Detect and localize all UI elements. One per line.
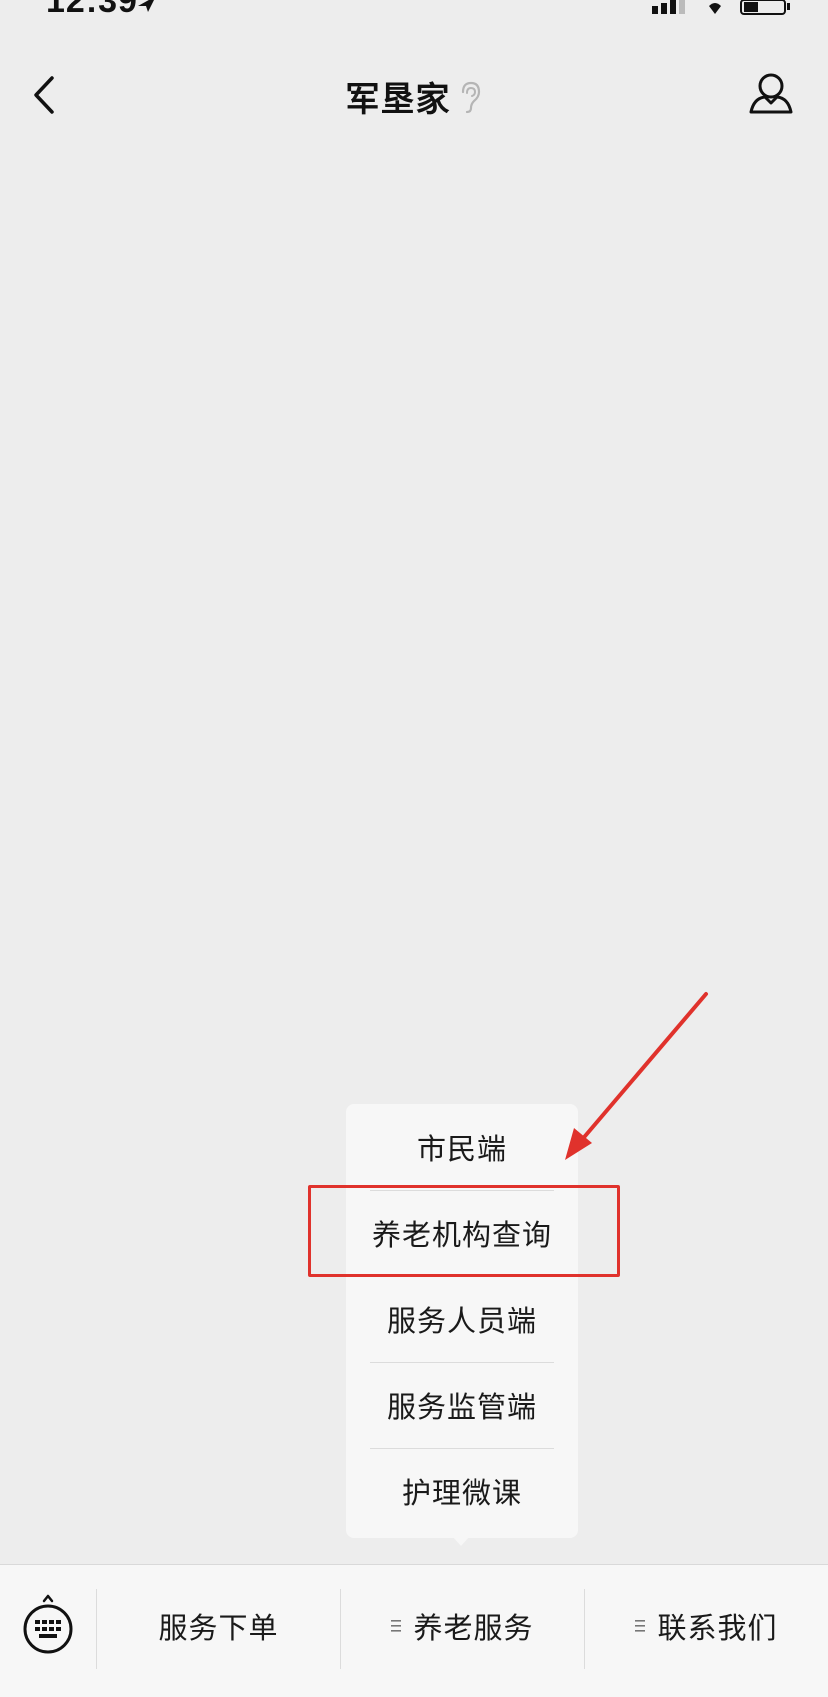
location-arrow-icon — [138, 0, 154, 12]
ear-icon — [461, 81, 480, 113]
battery-icon — [740, 0, 790, 15]
menu-service-order-label: 服务下单 — [158, 1611, 279, 1645]
annotation-highlight-box — [308, 1185, 620, 1277]
wifi-icon — [709, 3, 721, 14]
keyboard-icon — [23, 1594, 73, 1654]
submenu-item-nursing-microcourse[interactable]: 护理微课 — [346, 1448, 578, 1534]
menu-contact-us-button[interactable]: 联系我们 — [585, 1591, 828, 1661]
keyboard-toggle-button[interactable] — [20, 1593, 76, 1657]
status-bar: 12:39 — [0, 0, 828, 20]
page-title: 军垦家 — [345, 80, 451, 120]
status-time: 12:39 — [46, 0, 138, 20]
signal-icon — [652, 0, 685, 14]
nav-bar: 军垦家 — [0, 50, 828, 140]
menu-elderly-service-button[interactable]: 养老服务 — [341, 1591, 584, 1661]
profile-button[interactable] — [746, 70, 796, 120]
submenu-item-citizen[interactable]: 市民端 — [346, 1104, 578, 1190]
menu-service-order-button[interactable]: 服务下单 — [97, 1591, 340, 1661]
page-title-container: 军垦家 — [0, 72, 828, 121]
user-profile-icon — [749, 73, 793, 114]
submenu-lines-icon — [635, 1620, 646, 1632]
menu-contact-us-label: 联系我们 — [657, 1611, 778, 1645]
popup-caret — [452, 1536, 470, 1546]
menu-elderly-service-label: 养老服务 — [413, 1611, 534, 1645]
submenu-popup: 市民端 养老机构查询 服务人员端 服务监管端 护理微课 — [346, 1104, 578, 1538]
submenu-item-service-staff[interactable]: 服务人员端 — [346, 1276, 578, 1362]
submenu-item-service-supervision[interactable]: 服务监管端 — [346, 1362, 578, 1448]
submenu-lines-icon — [391, 1620, 402, 1632]
bottom-menu-bar: 服务下单 养老服务 联系我们 — [0, 1564, 828, 1697]
